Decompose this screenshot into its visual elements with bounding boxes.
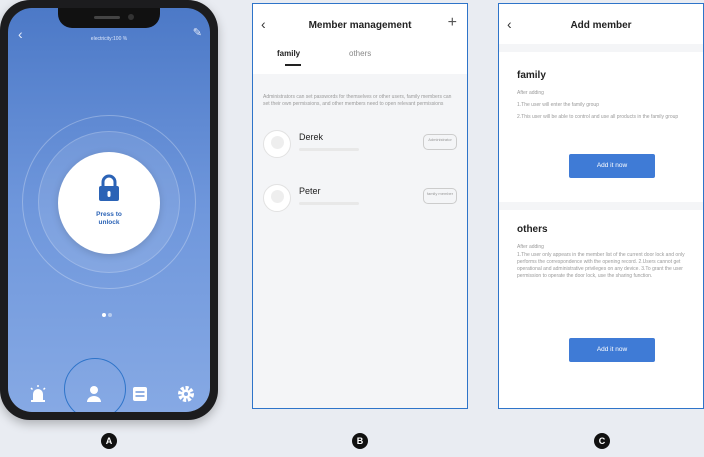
page-indicator bbox=[102, 304, 114, 322]
header: ‹ Add member bbox=[499, 4, 703, 44]
member-name: Derek bbox=[299, 132, 324, 142]
add-member-body: family After adding 1.The user will ente… bbox=[499, 44, 703, 408]
unlock-label-line1: Press to bbox=[96, 211, 122, 218]
camera-dot bbox=[128, 14, 134, 20]
member-subtext bbox=[299, 202, 359, 205]
label-a: A bbox=[101, 433, 117, 449]
gear-icon[interactable] bbox=[176, 384, 196, 404]
label-c: C bbox=[594, 433, 610, 449]
lock-icon bbox=[99, 174, 119, 201]
family-heading: family bbox=[517, 70, 546, 81]
alarm-icon[interactable] bbox=[28, 384, 48, 404]
others-heading: others bbox=[517, 224, 548, 235]
label-b: B bbox=[352, 433, 368, 449]
list-item[interactable]: Derek Administrator bbox=[253, 122, 467, 170]
list-icon[interactable] bbox=[130, 384, 150, 404]
page-dot bbox=[108, 313, 112, 317]
member-list-area: Administrators can set passwords for the… bbox=[253, 74, 467, 408]
active-tab-indicator bbox=[285, 64, 301, 66]
add-family-button[interactable]: Add it now bbox=[569, 154, 655, 178]
add-member-screen: ‹ Add member family After adding 1.The u… bbox=[498, 3, 704, 409]
add-icon[interactable]: + bbox=[448, 14, 457, 32]
page-dot-active bbox=[102, 313, 106, 317]
family-line1: 1.The user will enter the family group bbox=[517, 102, 599, 108]
press-to-unlock-button[interactable]: Press to unlock bbox=[58, 152, 160, 254]
permission-note: Administrators can set passwords for the… bbox=[263, 94, 452, 107]
page-title: Member management bbox=[308, 20, 412, 31]
family-line2: 2.This user will be able to control and … bbox=[517, 114, 679, 120]
role-badge: Administrator bbox=[423, 134, 457, 150]
unlock-label-line2: unlock bbox=[98, 219, 120, 226]
others-card: others After adding 1.The user only appe… bbox=[499, 210, 703, 408]
phone-frame: ‹ ✎ electricity:100 % Press to unlock bbox=[0, 0, 218, 420]
list-item[interactable]: Peter family member bbox=[253, 176, 467, 224]
lock-screen: ‹ ✎ electricity:100 % Press to unlock bbox=[8, 8, 210, 412]
unlock-label: Press to unlock bbox=[58, 211, 160, 227]
others-subheading: After adding bbox=[517, 244, 544, 250]
tab-family[interactable]: family bbox=[277, 49, 300, 58]
member-name: Peter bbox=[299, 186, 321, 196]
page-title: Add member bbox=[570, 20, 632, 31]
family-card: family After adding 1.The user will ente… bbox=[499, 52, 703, 202]
electricity-status: electricity:100 % bbox=[90, 36, 128, 42]
family-subheading: After adding bbox=[517, 90, 544, 96]
add-others-button[interactable]: Add it now bbox=[569, 338, 655, 362]
speaker-grille bbox=[94, 16, 120, 19]
tab-others[interactable]: others bbox=[349, 49, 371, 58]
others-text: 1.The user only appears in the member li… bbox=[517, 252, 685, 279]
avatar bbox=[263, 130, 291, 158]
avatar bbox=[263, 184, 291, 212]
phone-notch bbox=[58, 8, 160, 28]
role-badge: family member bbox=[423, 188, 457, 204]
member-management-screen: ‹ Member management + family others Admi… bbox=[252, 3, 468, 409]
header: ‹ Member management + bbox=[253, 4, 467, 44]
member-tabs: family others bbox=[253, 44, 467, 74]
user-tab-highlight bbox=[64, 358, 126, 412]
member-subtext bbox=[299, 148, 359, 151]
